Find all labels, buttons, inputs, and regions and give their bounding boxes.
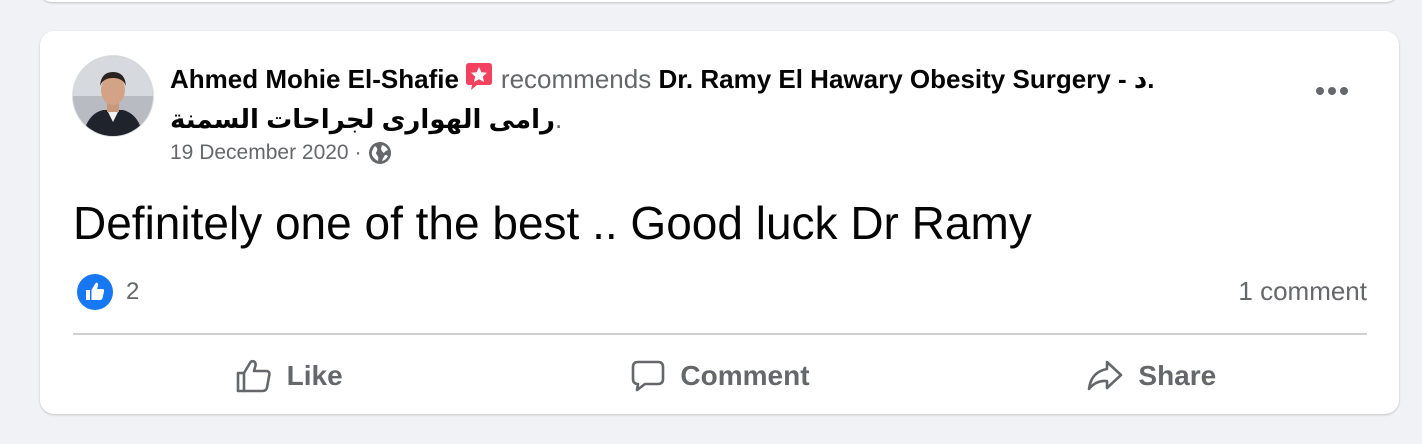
recommended-page-link-arabic[interactable]: رامى الهوارى لجراحات السمنة	[170, 104, 555, 134]
reactions-summary[interactable]: 2	[76, 273, 139, 311]
recommendation-star-icon	[465, 63, 492, 90]
recommended-page-link[interactable]: Dr. Ramy El Hawary Obesity Surgery - د.	[658, 64, 1154, 94]
like-label: Like	[286, 360, 343, 391]
share-arrow-icon	[1088, 360, 1123, 391]
more-options-button[interactable]	[1308, 75, 1356, 107]
share-label: Share	[1138, 360, 1217, 391]
reaction-count: 2	[126, 278, 140, 305]
more-icon	[1316, 87, 1348, 95]
like-button[interactable]: Like	[73, 349, 504, 403]
comments-count-link[interactable]: 1 comment	[1238, 276, 1367, 307]
thumbs-up-icon	[236, 359, 271, 393]
like-icon	[77, 274, 113, 310]
sentence-end: .	[554, 104, 563, 134]
post-meta: 19 December 2020 ·	[170, 141, 392, 165]
meta-separator: ·	[354, 141, 362, 164]
author-name[interactable]: Ahmed Mohie El-Shafie	[170, 64, 459, 94]
post-header: Ahmed Mohie El-Shafie recommends Dr. Ramy…	[170, 59, 1290, 139]
recommends-verb: recommends	[500, 64, 652, 94]
previous-post-card	[40, 0, 1398, 2]
post-date[interactable]: 19 December 2020	[170, 141, 349, 165]
post-text: Definitely one of the best .. Good luck …	[73, 197, 1032, 249]
post-card: Ahmed Mohie El-Shafie recommends Dr. Ramy…	[40, 31, 1399, 414]
actions-divider	[73, 333, 1367, 335]
avatar-photo	[73, 56, 153, 136]
comment-label: Comment	[680, 360, 810, 391]
post-actions-bar: Like Comment Share	[73, 349, 1367, 403]
comment-button[interactable]: Comment	[504, 349, 935, 403]
comment-bubble-icon	[632, 360, 665, 392]
author-avatar[interactable]	[72, 55, 154, 137]
globe-icon[interactable]	[368, 141, 392, 165]
share-button[interactable]: Share	[936, 349, 1367, 403]
